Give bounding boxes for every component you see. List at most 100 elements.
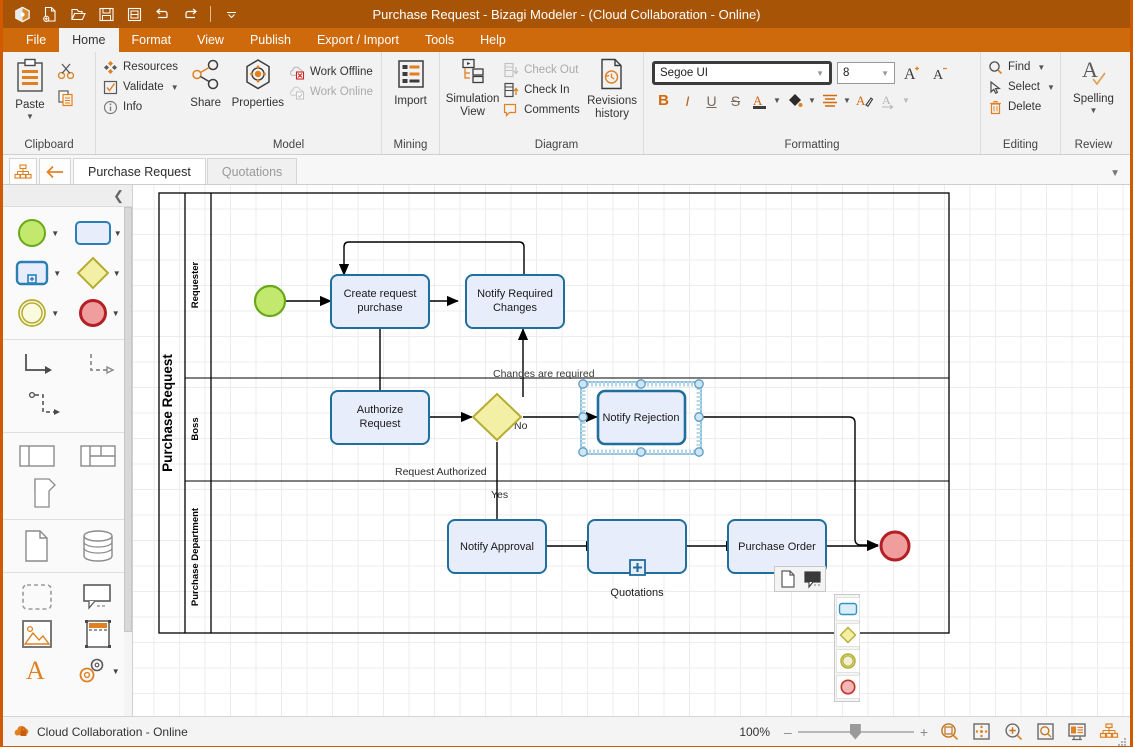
palette-annotation[interactable] <box>70 582 126 612</box>
font-family-caret-icon[interactable]: ▼ <box>816 69 827 78</box>
revisions-history-button[interactable]: Revisions history <box>585 55 639 121</box>
copy-button[interactable] <box>55 87 77 109</box>
attach-document-button[interactable] <box>775 567 800 591</box>
font-size-combobox[interactable]: 8 ▼ <box>837 62 895 84</box>
spelling-button[interactable]: A Spelling ▼ <box>1067 55 1120 115</box>
document-tab-quotations[interactable]: Quotations <box>206 158 298 184</box>
import-button[interactable]: Import <box>388 55 434 108</box>
font-color-button[interactable]: A <box>748 89 771 112</box>
shape-authorize-request[interactable]: Authorize Request <box>330 390 430 445</box>
find-button[interactable]: Find ▼ <box>985 58 1059 76</box>
shape-exclusive-gateway[interactable] <box>471 392 523 442</box>
open-folder-icon[interactable] <box>65 2 91 26</box>
font-color-caret-icon[interactable]: ▼ <box>772 96 782 105</box>
ribbon-tab-tools[interactable]: Tools <box>412 28 467 52</box>
chevron-down-icon[interactable]: ▼ <box>114 229 122 238</box>
palette-scrollbar-thumb[interactable] <box>124 207 132 632</box>
shape-end-event[interactable] <box>879 530 911 562</box>
font-family-combobox[interactable]: Segoe UI ▼ <box>652 61 832 85</box>
palette-custom-shapes[interactable]: ▼ <box>70 656 126 686</box>
select-dropdown-caret[interactable]: ▼ <box>1047 83 1055 92</box>
zoom-slider[interactable]: – + <box>784 723 928 740</box>
underline-button[interactable]: U <box>700 89 723 112</box>
palette-gateway[interactable]: ▼ <box>70 256 126 290</box>
fit-page-icon[interactable] <box>970 721 992 743</box>
palette-text[interactable]: A <box>9 656 65 686</box>
comments-button[interactable]: Comments <box>501 101 585 119</box>
shape-notify-rejection[interactable]: Notify Rejection <box>596 389 687 446</box>
shape-quotations-subprocess[interactable]: Quotations <box>587 519 687 599</box>
palette-image[interactable] <box>9 618 65 650</box>
select-button[interactable]: Select ▼ <box>985 78 1059 96</box>
chevron-down-icon[interactable]: ▼ <box>112 667 120 676</box>
redo-arrow-icon[interactable] <box>177 2 203 26</box>
italic-button[interactable]: I <box>676 89 699 112</box>
chevron-down-icon[interactable]: ▼ <box>51 309 59 318</box>
info-button[interactable]: Info <box>100 98 183 116</box>
document-tab-purchase-request[interactable]: Purchase Request <box>73 158 206 184</box>
new-document-icon[interactable] <box>37 2 63 26</box>
simulation-view-button[interactable]: Simulation View <box>444 55 501 119</box>
chevron-down-icon[interactable]: ▼ <box>1110 168 1120 179</box>
chevron-down-icon[interactable]: ▼ <box>112 309 120 318</box>
palette-data-store[interactable] <box>70 529 126 563</box>
zoom-out-button[interactable]: – <box>784 724 792 740</box>
validate-dropdown-caret[interactable]: ▼ <box>171 83 179 92</box>
resources-button[interactable]: Resources <box>100 58 183 76</box>
share-button[interactable]: Share <box>183 55 229 110</box>
zoom-in-icon[interactable] <box>1002 721 1024 743</box>
cut-button[interactable] <box>55 60 77 82</box>
diagram-tree-icon[interactable] <box>9 158 37 184</box>
zoom-in-button[interactable]: + <box>920 724 928 740</box>
diagram-canvas[interactable]: Purchase Request Requester Boss Purchase… <box>133 185 1130 716</box>
paste-button[interactable]: Paste ▼ <box>7 55 53 121</box>
palette-lane[interactable] <box>70 442 126 470</box>
properties-button[interactable]: Properties <box>229 55 287 110</box>
chevron-down-icon[interactable] <box>218 2 244 26</box>
work-offline-button[interactable]: Work Offline <box>287 63 377 81</box>
zoom-selection-icon[interactable] <box>938 721 960 743</box>
palette-pool[interactable] <box>9 442 65 470</box>
ribbon-tab-file[interactable]: File <box>13 28 59 52</box>
delete-button[interactable]: Delete <box>985 98 1059 116</box>
palette-message-flow[interactable] <box>70 349 126 383</box>
find-dropdown-caret[interactable]: ▼ <box>1037 63 1045 72</box>
shape-notify-required-changes[interactable]: Notify Required Changes <box>465 274 565 329</box>
shrink-font-button[interactable]: A <box>928 62 951 85</box>
chevron-left-icon[interactable]: ❮ <box>113 188 124 204</box>
undo-arrow-icon[interactable] <box>149 2 175 26</box>
palette-group[interactable] <box>9 582 65 612</box>
convert-to-intermediate-event-button[interactable] <box>836 649 860 673</box>
zoom-window-icon[interactable] <box>1034 721 1056 743</box>
spelling-dropdown-caret[interactable]: ▼ <box>1090 107 1098 115</box>
align-button[interactable] <box>818 89 841 112</box>
presentation-icon[interactable] <box>1066 721 1088 743</box>
shape-start-event[interactable] <box>253 284 287 318</box>
palette-scrollbar[interactable] <box>124 207 132 716</box>
check-in-button[interactable]: Check In <box>501 81 585 99</box>
chevron-down-icon[interactable]: ▼ <box>53 269 61 278</box>
zoom-slider-thumb[interactable] <box>849 723 861 740</box>
resize-grip[interactable] <box>1117 734 1127 746</box>
palette-start-event[interactable]: ▼ <box>9 216 65 250</box>
grow-font-button[interactable]: A <box>900 62 923 85</box>
palette-header[interactable] <box>70 618 126 650</box>
add-annotation-button[interactable] <box>800 567 825 591</box>
bizagi-logo-icon[interactable] <box>9 2 35 26</box>
palette-intermediate-event[interactable]: ▼ <box>9 296 65 330</box>
palette-end-event[interactable]: ▼ <box>70 296 126 330</box>
ribbon-tab-publish[interactable]: Publish <box>237 28 304 52</box>
convert-to-gateway-button[interactable] <box>836 623 860 647</box>
format-painter-button[interactable]: A <box>853 89 876 112</box>
ribbon-tab-view[interactable]: View <box>184 28 237 52</box>
convert-to-task-button[interactable] <box>836 597 860 621</box>
convert-to-end-event-button[interactable] <box>836 675 860 699</box>
palette-milestone[interactable] <box>19 476 75 510</box>
align-caret-icon[interactable]: ▼ <box>842 96 852 105</box>
save-as-icon[interactable] <box>121 2 147 26</box>
palette-subprocess[interactable]: ▼ <box>9 259 65 287</box>
ribbon-tab-help[interactable]: Help <box>467 28 519 52</box>
zoom-slider-track[interactable] <box>797 723 914 740</box>
chevron-down-icon[interactable]: ▼ <box>113 269 121 278</box>
ribbon-tab-export-import[interactable]: Export / Import <box>304 28 412 52</box>
